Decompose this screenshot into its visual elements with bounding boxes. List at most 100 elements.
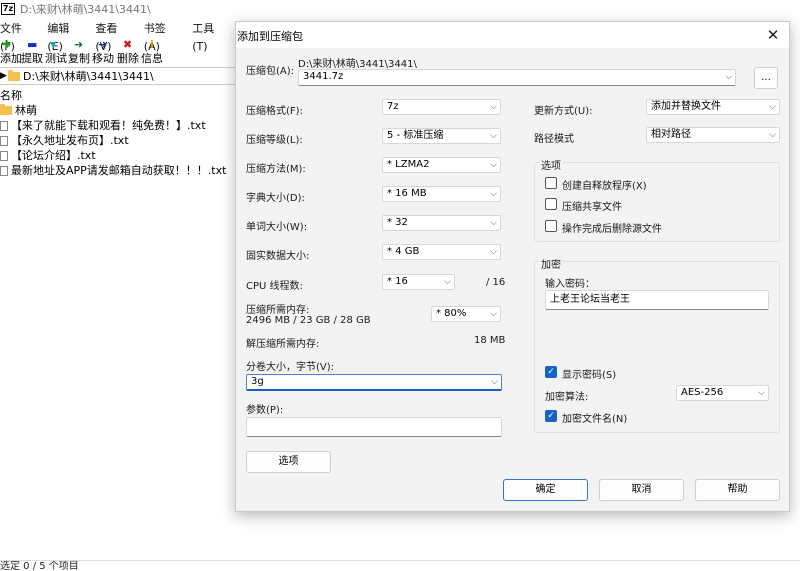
sfx-label[interactable]: 创建自释放程序(X) xyxy=(562,177,647,192)
text-file-icon xyxy=(0,165,8,176)
dialog-titlebar: 添加到压缩包 ✕ xyxy=(236,22,789,48)
text-file-icon xyxy=(0,135,8,146)
up-arrow-icon[interactable]: ▶ xyxy=(0,71,8,81)
list-item[interactable]: 【永久地址发布页】.txt xyxy=(0,133,240,148)
mem-label: 压缩所需内存: xyxy=(246,305,310,316)
chevron-down-icon: ⌵ xyxy=(444,277,451,287)
dict-select[interactable]: * 16 MB ⌵ xyxy=(382,186,501,202)
word-select[interactable]: * 32 ⌵ xyxy=(382,215,501,231)
toolbar-labels: 添加 提取 测试 复制 移动 删除 信息 xyxy=(0,51,240,66)
list-item-name: 【论坛介绍】.txt xyxy=(11,149,96,162)
ok-button[interactable]: 确定 xyxy=(503,479,588,501)
split-value: 3g xyxy=(251,376,264,387)
move-icon[interactable]: ➜ xyxy=(98,38,107,52)
encryption-group-title: 加密 xyxy=(539,256,563,271)
toolbar-icons: ✚ ▬ ▼ ➜ ➜ ✖ i xyxy=(0,38,240,52)
delete-source-checkbox[interactable] xyxy=(545,220,557,232)
delete-source-label[interactable]: 操作完成后删除源文件 xyxy=(562,220,662,235)
bg-window-title: D:\来财\林萌\3441\3441\ xyxy=(20,3,151,16)
level-label: 压缩等级(L): xyxy=(246,135,303,146)
test-icon[interactable]: ▼ xyxy=(50,38,56,52)
update-select[interactable]: 添加并替换文件 ⌵ xyxy=(646,99,780,115)
split-combo[interactable]: 3g ⌵ xyxy=(246,374,502,391)
menu-view[interactable]: 查看(V) xyxy=(95,20,130,53)
menu-tools[interactable]: 工具(T) xyxy=(192,20,227,53)
level-select[interactable]: 5 - 标准压缩 ⌵ xyxy=(382,128,501,144)
add-icon[interactable]: ✚ xyxy=(2,38,11,52)
encrypt-names-checkbox[interactable]: ✓ xyxy=(545,410,557,422)
toolbar-copy-label[interactable]: 复制 xyxy=(68,51,90,66)
chevron-down-icon: ⌵ xyxy=(490,247,497,257)
solid-select[interactable]: * 4 GB ⌵ xyxy=(382,244,501,260)
folder-icon xyxy=(0,104,12,115)
delete-icon[interactable]: ✖ xyxy=(123,38,132,52)
show-password-label[interactable]: 显示密码(S) xyxy=(562,366,616,381)
threads-label: CPU 线程数: xyxy=(246,281,303,292)
info-icon[interactable]: i xyxy=(150,38,154,52)
word-value: * 32 xyxy=(387,217,408,228)
sfx-checkbox[interactable] xyxy=(545,177,557,189)
extract-icon[interactable]: ▬ xyxy=(27,38,37,52)
list-item[interactable]: 【来了就能下载和观看！纯免费！】.txt xyxy=(0,118,240,133)
pathmode-select[interactable]: 相对路径 ⌵ xyxy=(646,127,780,143)
format-value: 7z xyxy=(387,101,399,112)
chevron-down-icon[interactable]: ⌵ xyxy=(725,70,732,84)
list-item[interactable]: 【论坛介绍】.txt xyxy=(0,148,240,163)
menu-bookmarks[interactable]: 书签(A) xyxy=(144,20,179,53)
dialog-title: 添加到压缩包 xyxy=(237,30,303,43)
text-file-icon xyxy=(0,150,8,161)
enc-method-select[interactable]: AES-256 ⌵ xyxy=(676,385,769,401)
list-item[interactable]: 最新地址及APP请发邮箱自动获取！！！.txt xyxy=(0,163,240,178)
decomp-value: 18 MB xyxy=(474,335,506,346)
list-item-name: 林萌 xyxy=(15,104,37,117)
shared-checkbox[interactable] xyxy=(545,198,557,210)
toolbar-delete-label[interactable]: 删除 xyxy=(117,51,139,66)
password-input[interactable]: 上老王论坛当老王 xyxy=(545,290,769,310)
shared-label[interactable]: 压缩共享文件 xyxy=(562,198,622,213)
method-value: * LZMA2 xyxy=(387,159,430,170)
help-button[interactable]: 帮助 xyxy=(695,479,780,501)
level-value: 5 - 标准压缩 xyxy=(387,130,444,141)
threads-max: / 16 xyxy=(486,277,506,288)
add-to-archive-dialog: 添加到压缩包 ✕ 压缩包(A): D:\来财\林萌\3441\3441\ 344… xyxy=(235,21,790,512)
chevron-down-icon[interactable]: ⌵ xyxy=(491,375,498,389)
format-select[interactable]: 7z ⌵ xyxy=(382,99,501,115)
update-value: 添加并替换文件 xyxy=(651,101,721,112)
dict-value: * 16 MB xyxy=(387,188,427,199)
mem-percent-select[interactable]: * 80% ⌵ xyxy=(431,306,501,322)
format-label: 压缩格式(F): xyxy=(246,106,303,117)
menu-file[interactable]: 文件(F) xyxy=(0,20,34,53)
chevron-down-icon: ⌵ xyxy=(769,130,776,140)
params-input[interactable] xyxy=(246,417,502,437)
archive-path: D:\来财\林萌\3441\3441\ xyxy=(298,59,417,70)
text-file-icon xyxy=(0,120,8,131)
method-select[interactable]: * LZMA2 ⌵ xyxy=(382,157,501,173)
toolbar-extract-label[interactable]: 提取 xyxy=(21,51,43,66)
chevron-down-icon: ⌵ xyxy=(490,309,497,319)
mem-percent-value: * 80% xyxy=(436,308,467,319)
address-bar[interactable]: ▶ D:\来财\林萌\3441\3441\ xyxy=(0,67,240,85)
options-button[interactable]: 选项 xyxy=(246,451,331,473)
show-password-checkbox[interactable]: ✓ xyxy=(545,366,557,378)
toolbar-add-label[interactable]: 添加 xyxy=(0,51,22,66)
address-path: D:\来财\林萌\3441\3441\ xyxy=(23,70,154,83)
cancel-button[interactable]: 取消 xyxy=(599,479,684,501)
word-label: 单词大小(W): xyxy=(246,222,308,233)
list-item-name: 【来了就能下载和观看！纯免费！】.txt xyxy=(11,119,206,132)
encrypt-names-label[interactable]: 加密文件名(N) xyxy=(562,410,627,425)
toolbar-info-label[interactable]: 信息 xyxy=(141,51,163,66)
chevron-down-icon: ⌵ xyxy=(490,102,497,112)
threads-select[interactable]: * 16 ⌵ xyxy=(382,274,455,290)
copy-icon[interactable]: ➜ xyxy=(74,38,83,52)
decomp-label: 解压缩所需内存: xyxy=(246,339,320,350)
browse-button[interactable]: ... xyxy=(754,67,778,89)
solid-value: * 4 GB xyxy=(387,246,420,257)
folder-icon xyxy=(8,69,20,81)
toolbar-move-label[interactable]: 移动 xyxy=(92,51,114,66)
column-header-name[interactable]: 名称 xyxy=(0,88,240,103)
toolbar-test-label[interactable]: 测试 xyxy=(45,51,67,66)
archive-name-combo[interactable]: 3441.7z ⌵ xyxy=(298,69,736,86)
list-item[interactable]: 林萌 xyxy=(0,103,240,118)
menu-edit[interactable]: 编辑(E) xyxy=(47,20,82,53)
close-icon[interactable]: ✕ xyxy=(763,25,783,45)
